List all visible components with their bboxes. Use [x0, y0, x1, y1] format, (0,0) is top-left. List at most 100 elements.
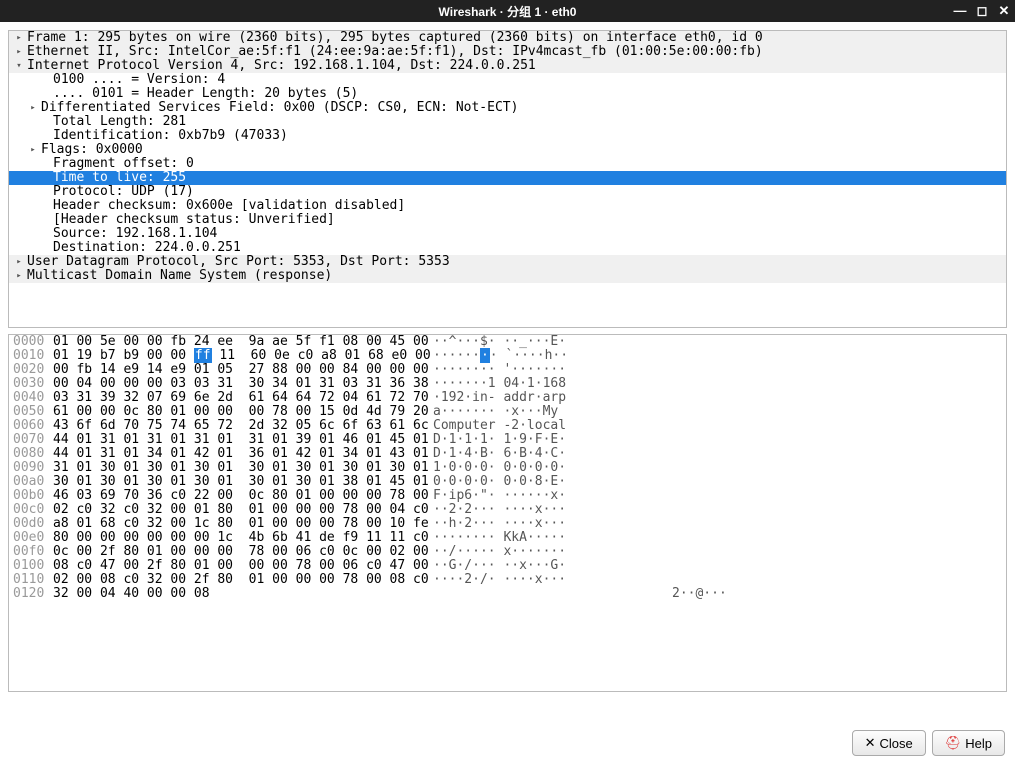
- titlebar: Wireshark · 分组 1 · eth0 — ◻ ✕: [0, 0, 1015, 22]
- minimize-icon[interactable]: —: [953, 2, 967, 20]
- hex-offset: 0120: [13, 587, 53, 601]
- tree-row-destination[interactable]: Destination: 224.0.0.251: [9, 241, 1006, 255]
- hex-ascii: ··2·2··· ····x···: [433, 503, 566, 517]
- hex-row[interactable]: 00a030 01 30 01 30 01 30 01 30 01 30 01 …: [9, 475, 1006, 489]
- chevron-right-icon[interactable]: ▸: [27, 143, 39, 157]
- hex-ascii: 2··@···: [433, 587, 727, 601]
- hex-row[interactable]: 003000 04 00 00 00 03 03 31 30 34 01 31 …: [9, 377, 1006, 391]
- hex-bytes: 01 19 b7 b9 00 00 ff 11 60 0e c0 a8 01 6…: [53, 349, 433, 363]
- hex-offset: 0010: [13, 349, 53, 363]
- hex-row[interactable]: 001001 19 b7 b9 00 00 ff 11 60 0e c0 a8 …: [9, 349, 1006, 363]
- chevron-right-icon[interactable]: ▸: [13, 31, 25, 45]
- tree-row-flags[interactable]: ▸Flags: 0x0000: [9, 143, 1006, 157]
- tree-row-dsf[interactable]: ▸Differentiated Services Field: 0x00 (DS…: [9, 101, 1006, 115]
- tree-label: Multicast Domain Name System (response): [27, 269, 332, 283]
- close-window-icon[interactable]: ✕: [997, 2, 1011, 20]
- hex-ascii: ····2·/· ····x···: [433, 573, 566, 587]
- close-label: Close: [879, 736, 912, 751]
- chevron-right-icon[interactable]: ▸: [13, 255, 25, 269]
- hex-offset: 00a0: [13, 475, 53, 489]
- hex-row[interactable]: 006043 6f 6d 70 75 74 65 72 2d 32 05 6c …: [9, 419, 1006, 433]
- tree-row-frame[interactable]: ▸Frame 1: 295 bytes on wire (2360 bits),…: [9, 31, 1006, 45]
- tree-row-ethernet[interactable]: ▸Ethernet II, Src: IntelCor_ae:5f:f1 (24…: [9, 45, 1006, 59]
- tree-label: User Datagram Protocol, Src Port: 5353, …: [27, 255, 450, 269]
- hex-offset: 0020: [13, 363, 53, 377]
- hex-offset: 00e0: [13, 531, 53, 545]
- chevron-right-icon[interactable]: ▸: [13, 269, 25, 283]
- hex-row[interactable]: 009031 01 30 01 30 01 30 01 30 01 30 01 …: [9, 461, 1006, 475]
- maximize-icon[interactable]: ◻: [975, 2, 989, 20]
- protocol-tree-pane[interactable]: ▸Frame 1: 295 bytes on wire (2360 bits),…: [8, 30, 1007, 328]
- tree-row-source[interactable]: Source: 192.168.1.104: [9, 227, 1006, 241]
- hex-row[interactable]: 008044 01 31 01 34 01 42 01 36 01 42 01 …: [9, 447, 1006, 461]
- hex-ascii: ··/····· x·······: [433, 545, 566, 559]
- hex-row[interactable]: 005061 00 00 0c 80 01 00 00 00 78 00 15 …: [9, 405, 1006, 419]
- hex-offset: 00f0: [13, 545, 53, 559]
- tree-label: [Header checksum status: Unverified]: [53, 213, 335, 227]
- tree-row-ipv4[interactable]: ▾Internet Protocol Version 4, Src: 192.1…: [9, 59, 1006, 73]
- tree-label: Flags: 0x0000: [41, 143, 143, 157]
- hex-offset: 0090: [13, 461, 53, 475]
- hex-bytes: 43 6f 6d 70 75 74 65 72 2d 32 05 6c 6f 6…: [53, 419, 433, 433]
- hex-row[interactable]: 00b046 03 69 70 36 c0 22 00 0c 80 01 00 …: [9, 489, 1006, 503]
- hex-row[interactable]: 002000 fb 14 e9 14 e9 01 05 27 88 00 00 …: [9, 363, 1006, 377]
- hex-ascii: a······· ·x···My: [433, 405, 566, 419]
- tree-row-total-length[interactable]: Total Length: 281: [9, 115, 1006, 129]
- tree-row-version[interactable]: 0100 .... = Version: 4: [9, 73, 1006, 87]
- hex-row[interactable]: 011002 00 08 c0 32 00 2f 80 01 00 00 00 …: [9, 573, 1006, 587]
- tree-label: Header checksum: 0x600e [validation disa…: [53, 199, 405, 213]
- tree-label: Destination: 224.0.0.251: [53, 241, 241, 255]
- hex-row[interactable]: 00f00c 00 2f 80 01 00 00 00 78 00 06 c0 …: [9, 545, 1006, 559]
- tree-label: Differentiated Services Field: 0x00 (DSC…: [41, 101, 518, 115]
- chevron-down-icon[interactable]: ▾: [13, 59, 25, 73]
- hex-bytes: a8 01 68 c0 32 00 1c 80 01 00 00 00 78 0…: [53, 517, 433, 531]
- hex-row[interactable]: 007044 01 31 01 31 01 31 01 31 01 39 01 …: [9, 433, 1006, 447]
- hex-ascii: 0·0·0·0· 0·0·8·E·: [433, 475, 566, 489]
- tree-row-udp[interactable]: ▸User Datagram Protocol, Src Port: 5353,…: [9, 255, 1006, 269]
- hex-dump-pane[interactable]: 000001 00 5e 00 00 fb 24 ee 9a ae 5f f1 …: [8, 334, 1007, 692]
- tree-row-checksum-status[interactable]: [Header checksum status: Unverified]: [9, 213, 1006, 227]
- hex-row[interactable]: 004003 31 39 32 07 69 6e 2d 61 64 64 72 …: [9, 391, 1006, 405]
- close-button[interactable]: ✕Close: [852, 730, 926, 756]
- tree-row-checksum[interactable]: Header checksum: 0x600e [validation disa…: [9, 199, 1006, 213]
- hex-row[interactable]: 00c002 c0 32 c0 32 00 01 80 01 00 00 00 …: [9, 503, 1006, 517]
- hex-row[interactable]: 012032 00 04 40 00 00 082··@···: [9, 587, 1006, 601]
- chevron-right-icon[interactable]: ▸: [13, 45, 25, 59]
- tree-row-fragment[interactable]: Fragment offset: 0: [9, 157, 1006, 171]
- tree-row-identification[interactable]: Identification: 0xb7b9 (47033): [9, 129, 1006, 143]
- hex-offset: 00d0: [13, 517, 53, 531]
- tree-row-mdns[interactable]: ▸Multicast Domain Name System (response): [9, 269, 1006, 283]
- tree-row-protocol[interactable]: Protocol: UDP (17): [9, 185, 1006, 199]
- window-title: Wireshark · 分组 1 · eth0: [439, 3, 577, 20]
- hex-offset: 00c0: [13, 503, 53, 517]
- help-label: Help: [965, 736, 992, 751]
- tree-row-ttl[interactable]: Time to live: 255: [9, 171, 1006, 185]
- hex-bytes: 0c 00 2f 80 01 00 00 00 78 00 06 c0 0c 0…: [53, 545, 433, 559]
- tree-label: Source: 192.168.1.104: [53, 227, 217, 241]
- tree-label: Time to live: 255: [53, 171, 186, 185]
- hex-bytes: 31 01 30 01 30 01 30 01 30 01 30 01 30 0…: [53, 461, 433, 475]
- tree-label: .... 0101 = Header Length: 20 bytes (5): [53, 87, 358, 101]
- hex-row[interactable]: 000001 00 5e 00 00 fb 24 ee 9a ae 5f f1 …: [9, 335, 1006, 349]
- hex-bytes: 44 01 31 01 34 01 42 01 36 01 42 01 34 0…: [53, 447, 433, 461]
- hex-ascii: ··h·2··· ····x···: [433, 517, 566, 531]
- hex-highlight: ff: [194, 348, 212, 363]
- hex-highlight: ·: [480, 348, 490, 363]
- window-controls: — ◻ ✕: [953, 2, 1011, 20]
- hex-ascii: Computer -2·local: [433, 419, 566, 433]
- hex-offset: 0100: [13, 559, 53, 573]
- help-button[interactable]: ⛑Help: [932, 730, 1005, 756]
- hex-row[interactable]: 00e080 00 00 00 00 00 00 1c 4b 6b 41 de …: [9, 531, 1006, 545]
- hex-row[interactable]: 010008 c0 47 00 2f 80 01 00 00 00 78 00 …: [9, 559, 1006, 573]
- hex-ascii: ········ '·······: [433, 363, 566, 377]
- hex-offset: 0110: [13, 573, 53, 587]
- hex-bytes: 03 31 39 32 07 69 6e 2d 61 64 64 72 04 6…: [53, 391, 433, 405]
- hex-ascii: F·ip6·"· ······x·: [433, 489, 566, 503]
- chevron-right-icon[interactable]: ▸: [27, 101, 39, 115]
- hex-ascii: 1·0·0·0· 0·0·0·0·: [433, 461, 566, 475]
- hex-bytes: 32 00 04 40 00 00 08: [53, 587, 433, 601]
- tree-row-header-length[interactable]: .... 0101 = Header Length: 20 bytes (5): [9, 87, 1006, 101]
- content-area: ▸Frame 1: 295 bytes on wire (2360 bits),…: [0, 22, 1015, 724]
- hex-row[interactable]: 00d0a8 01 68 c0 32 00 1c 80 01 00 00 00 …: [9, 517, 1006, 531]
- hex-ascii: ··^···$· ··_···E·: [433, 335, 566, 349]
